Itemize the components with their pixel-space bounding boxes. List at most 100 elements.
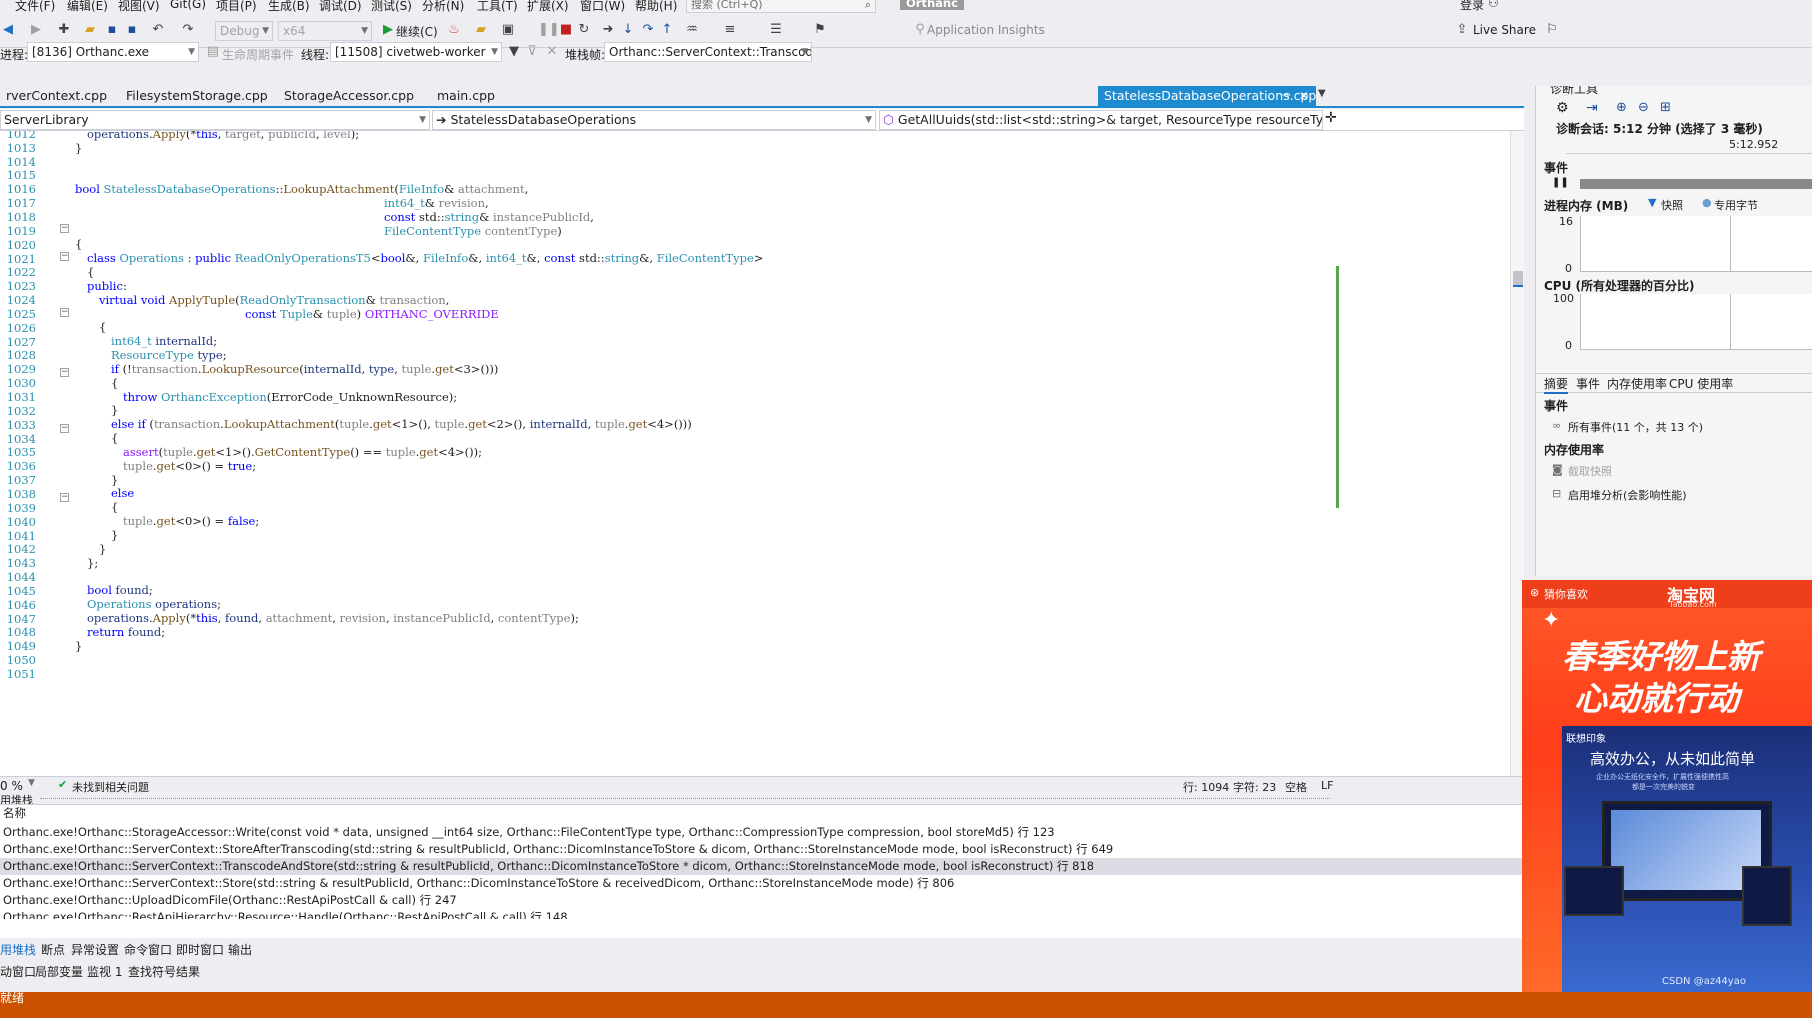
open-folder-icon[interactable]: ▰ [82,22,98,38]
search-input[interactable]: 搜索 (Ctrl+Q) [691,0,763,11]
all-events-link[interactable]: 所有事件(11 个，共 13 个) [1568,419,1703,435]
scrollbar-thumb[interactable] [1513,271,1523,285]
step-over-icon[interactable]: ↷ [640,22,656,38]
back-icon[interactable]: ◀ [0,22,16,38]
tab-command-window[interactable]: 命令窗口 [124,941,172,958]
tab-breakpoints[interactable]: 断点 [41,941,65,958]
save-icon[interactable]: ▪ [104,22,120,38]
callstack-row[interactable]: Orthanc.exe!Orthanc::ServerContext::Stor… [0,841,1524,858]
undo-icon[interactable]: ↶ [150,22,166,38]
pause-icon[interactable]: ❚❚ [538,22,560,38]
hot-reload-icon[interactable]: ♨ [446,22,462,38]
menu-view[interactable]: 视图(V) [118,0,160,14]
menu-analyze[interactable]: 分析(N) [422,0,464,14]
tab-immediate-window[interactable]: 即时窗口 [176,941,224,958]
code-editor[interactable]: 1011101210131014101510161017101810191020… [0,131,1510,776]
menu-file[interactable]: 文件(F) [15,0,55,14]
process-dropdown[interactable]: [8136] Orthanc.exe ▼ [27,42,199,62]
platform-dropdown[interactable]: x64 ▼ [278,21,372,41]
diagnostics-icon[interactable]: ♒ [684,22,700,38]
fold-toggle[interactable]: − [60,368,69,377]
timeline-ruler[interactable]: 5:12.952 [1566,138,1812,154]
tab-find-symbol-results[interactable]: 查找符号结果 [128,963,200,980]
scope-dropdown[interactable]: ➔ StatelessDatabaseOperations ▼ [432,110,876,130]
reset-zoom-icon[interactable]: ⊞ [1660,100,1671,115]
callstack-column-header[interactable]: 名称 [0,805,1524,822]
tab-overflow-icon[interactable]: ▼ [1318,88,1326,99]
pin-icon[interactable]: ⊸ [1282,86,1290,106]
filter-icon[interactable]: ▼ [506,44,522,60]
step-into-icon[interactable]: ↓ [620,22,636,38]
tab-filesystemstorage[interactable]: FilesystemStorage.cpp [120,86,274,106]
feedback-icon[interactable]: ⚐ [1544,22,1560,38]
tab-watch-1[interactable]: 监视 1 [87,963,122,980]
panel-grip[interactable] [40,798,1330,800]
zoom-level[interactable]: 0 % [0,779,23,793]
bookmark-icon[interactable]: ⚑ [812,22,828,38]
tab-events[interactable]: 事件 [1576,375,1600,392]
tab-summary[interactable]: 摘要 [1544,375,1569,394]
menu-extensions[interactable]: 扩展(X) [527,0,569,14]
project-dropdown[interactable]: ServerLibrary ▼ [0,110,430,130]
menu-debug[interactable]: 调试(D) [319,0,362,14]
new-project-icon[interactable]: ✚ [56,22,72,38]
search-box[interactable]: 搜索 (Ctrl+Q) ⌕ [686,0,876,13]
menu-build[interactable]: 生成(B) [268,0,310,14]
breakpoint-margin[interactable] [46,131,49,776]
stack-frame-dropdown[interactable]: Orthanc::ServerContext::TranscodeAnc▼ [604,42,812,62]
pause-icon[interactable]: ❚❚ [1552,177,1569,188]
restart-icon[interactable]: ↻ [576,22,592,38]
folder-icon[interactable]: ▰ [473,22,489,38]
live-share-icon[interactable]: ⇪ [1454,22,1470,38]
ad-product-card[interactable]: 联想印象 高效办公，从未如此简单 企业办公无纸化安全作，扩展性强便携性高 都是一… [1562,726,1812,992]
tab-exception-settings[interactable]: 异常设置 [71,941,119,958]
flag-icon[interactable]: ✕ [544,44,560,60]
tab-locals[interactable]: 局部变量 [35,963,83,980]
menu-test[interactable]: 测试(S) [371,0,412,14]
menu-project[interactable]: 项目(P) [216,0,257,14]
menu-git[interactable]: Git(G) [170,0,206,11]
chevron-down-icon[interactable]: ▼ [28,778,35,788]
events-heading[interactable]: 事件 [1544,159,1568,176]
callstack-row[interactable]: Orthanc.exe!Orthanc::StorageAccessor::Wr… [0,824,1524,841]
zoom-in-icon[interactable]: ⊕ [1616,100,1627,115]
whitespace-indicator[interactable]: 空格 [1285,779,1307,795]
heap-profiling-checkbox[interactable]: 启用堆分析(会影响性能) [1568,487,1687,503]
insights-icon[interactable]: ⚲ [912,22,928,38]
fold-toggle[interactable]: − [60,252,69,261]
memory-chart[interactable] [1580,216,1812,272]
clear-filter-icon[interactable]: ⊽ [524,44,540,60]
fold-toggle[interactable]: − [60,424,69,433]
callstack-row[interactable]: Orthanc.exe!Orthanc::ServerContext::Stor… [0,875,1524,892]
forward-icon[interactable]: ▶ [28,22,44,38]
step-out-icon[interactable]: ↑ [659,22,675,38]
line-indicator[interactable]: 行: 1094 [1183,779,1229,795]
screenshot-icon[interactable]: ▣ [500,22,516,38]
callstack-row[interactable]: Orthanc.exe!Orthanc::RestApiHierarchy::R… [0,909,1524,919]
tab-storageaccessor[interactable]: StorageAccessor.cpp [278,86,420,106]
account-icon[interactable]: ⚇ [1488,0,1499,10]
menu-help[interactable]: 帮助(H) [635,0,677,14]
cpu-chart[interactable] [1580,294,1812,350]
tab-statelessdatabaseoperations[interactable]: StatelessDatabaseOperations.cpp ⊸ ✕ [1098,86,1316,106]
tab-cpu-usage[interactable]: CPU 使用率 [1669,375,1733,392]
char-indicator[interactable]: 字符: 23 [1233,779,1276,795]
export-icon[interactable]: ⇥ [1586,100,1598,116]
continue-button[interactable]: 继续(C) [396,23,438,40]
tab-memory-usage[interactable]: 内存使用率 [1607,375,1667,392]
split-editor-icon[interactable]: ✛ [1325,110,1337,126]
thread-dropdown[interactable]: [11508] civetweb-worker ▼ [330,42,502,62]
callstack-row[interactable]: Orthanc.exe!Orthanc::UploadDicomFile(Ort… [0,892,1524,909]
live-share-button[interactable]: Live Share [1473,23,1536,37]
member-dropdown[interactable]: ⬡ GetAllUuids(std::list<std::string>& ta… [879,110,1323,130]
menu-window[interactable]: 窗口(W) [580,0,625,14]
login-link[interactable]: 登录 [1460,0,1484,13]
lifecycle-events-button[interactable]: 生命周期事件 [222,46,294,63]
eol-indicator[interactable]: LF [1321,779,1333,792]
take-snapshot-button[interactable]: 截取快照 [1568,463,1612,479]
memory-heading[interactable]: 进程内存 (MB) [1544,197,1628,214]
tab-call-stack[interactable]: 用堆栈 [0,941,36,958]
tab-output[interactable]: 输出 [228,941,252,958]
continue-play-icon[interactable]: ▶ [380,22,396,38]
fold-toggle[interactable]: − [60,308,69,317]
